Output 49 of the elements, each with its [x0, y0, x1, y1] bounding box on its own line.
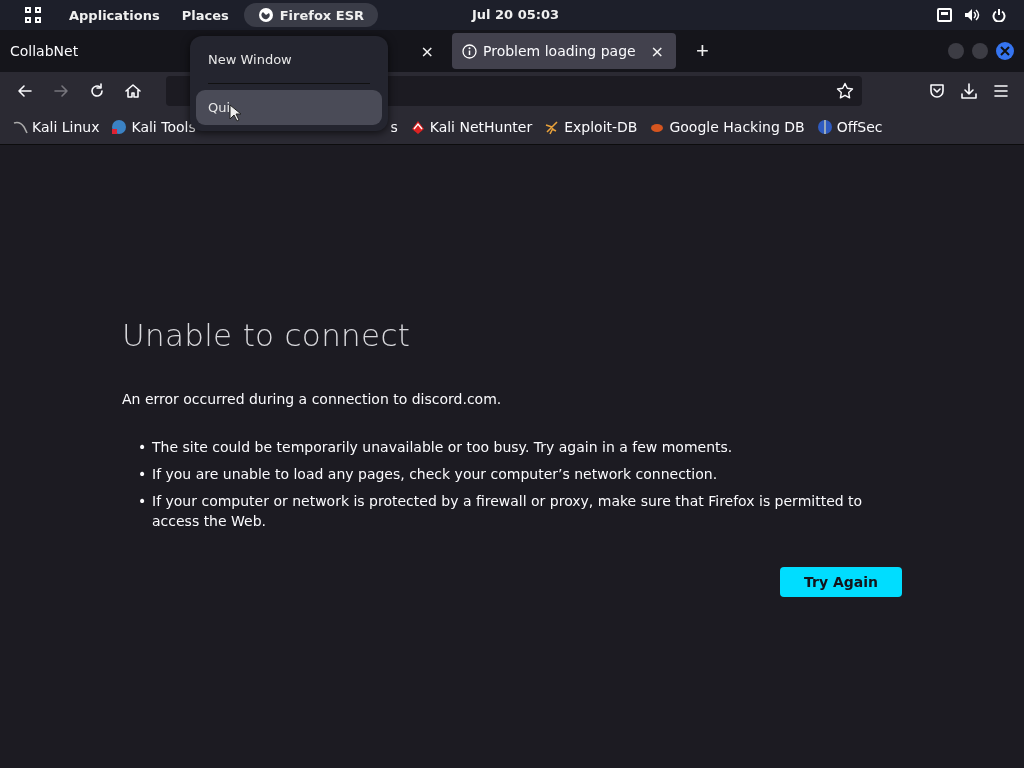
close-button[interactable] [996, 42, 1014, 60]
tab-close-button[interactable]: × [646, 41, 668, 61]
home-icon[interactable] [124, 82, 142, 100]
suggestion-text: If your computer or network is protected by a firewall or proxy, make sure that Firefox is permitted to access the Web. [152, 492, 864, 531]
new-tab-button[interactable]: + [692, 38, 713, 64]
forward-icon[interactable] [52, 82, 70, 100]
close-icon [1000, 46, 1010, 56]
suggestion-text: If you are unable to load any pages, check your computer’s network connection. [152, 465, 718, 484]
reload-icon[interactable] [88, 82, 106, 100]
mouse-cursor-icon [229, 104, 241, 122]
bookmark-icon [409, 119, 426, 135]
browser-tab[interactable]: CollabNet [10, 43, 79, 59]
app-grid-icon[interactable] [24, 6, 42, 24]
download-icon[interactable] [960, 82, 978, 100]
bookmark-icon [816, 119, 833, 135]
app-menu-button[interactable]: Firefox ESR [243, 3, 379, 27]
bookmark[interactable]: Exploit-DB [544, 119, 638, 135]
back-icon[interactable] [16, 82, 34, 100]
menu-item[interactable]: New Window [196, 42, 382, 77]
power-icon[interactable] [992, 8, 1006, 22]
bookmark[interactable]: Kali Linux [12, 119, 100, 135]
clock[interactable]: Jul 20 05:03 [472, 7, 560, 22]
panel-menu[interactable]: Places [181, 7, 229, 23]
tab-title: Problem loading page [483, 43, 636, 59]
suggestion-text: The site could be temporarily unavailable or too busy. Try again in a few moments. [152, 438, 733, 457]
volume-icon[interactable] [964, 8, 980, 22]
bookmark[interactable]: OffSec [816, 119, 883, 135]
error-message: An error occurred during a connection to discord.com. [122, 391, 503, 407]
bookmark[interactable]: Kali Tools [111, 119, 196, 135]
try-again-button[interactable]: Try Again [780, 567, 902, 597]
bookmark-icon [111, 119, 128, 135]
star-icon[interactable] [836, 82, 854, 100]
bullet: • [138, 438, 144, 457]
info-icon [462, 43, 477, 59]
bullet: • [138, 492, 144, 511]
network-icon[interactable] [937, 8, 952, 22]
bookmark[interactable]: Kali NetHunter [409, 119, 533, 135]
browser-tab[interactable]: Problem loading page × [452, 33, 676, 69]
bookmark-icon [12, 119, 28, 135]
tab-close-button[interactable]: × [416, 41, 438, 61]
pocket-icon[interactable] [928, 82, 946, 100]
browser-icon [257, 7, 274, 23]
bullet: • [138, 465, 144, 484]
bookmark[interactable]: Google Hacking DB [649, 119, 805, 135]
error-title: Unable to connect [122, 317, 412, 353]
menu-icon[interactable] [992, 82, 1010, 100]
panel-menu[interactable]: Applications [69, 7, 160, 23]
menu-item[interactable]: Qui [196, 90, 382, 125]
bookmark-icon [544, 119, 561, 135]
